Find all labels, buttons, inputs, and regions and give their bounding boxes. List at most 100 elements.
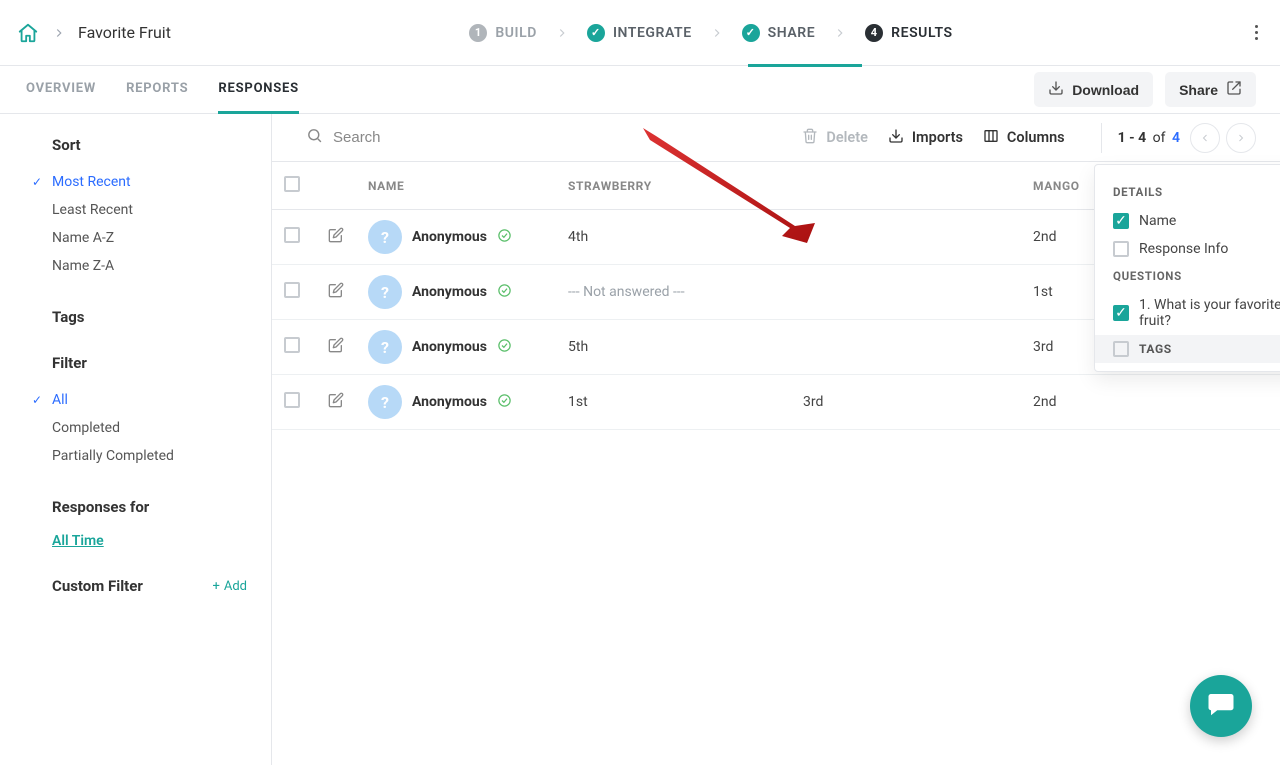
avatar: ?: [368, 220, 402, 254]
cell-strawberry: 1st: [556, 375, 791, 430]
check-icon: ✓: [742, 24, 760, 42]
sort-least-recent[interactable]: Least Recent: [52, 196, 247, 224]
tab-reports[interactable]: REPORTS: [126, 66, 188, 114]
search-input-wrap[interactable]: [306, 127, 533, 148]
sidebar: Sort Most Recent Least Recent Name A-Z N…: [0, 114, 272, 765]
popover-item-tags[interactable]: TAGS: [1095, 335, 1280, 363]
step-label: SHARE: [768, 25, 816, 41]
avatar: ?: [368, 275, 402, 309]
download-label: Download: [1072, 82, 1139, 98]
tab-responses[interactable]: RESPONSES: [218, 66, 299, 114]
sort-name-az[interactable]: Name A-Z: [52, 224, 247, 252]
chevron-right-icon: [833, 26, 847, 40]
search-icon: [306, 127, 323, 148]
share-label: Share: [1179, 82, 1218, 98]
columns-label: Columns: [1007, 129, 1065, 146]
home-icon[interactable]: [16, 21, 40, 45]
respondent-name: Anonymous: [412, 339, 487, 355]
pager-next-button[interactable]: [1226, 123, 1256, 153]
chevron-right-icon: [710, 26, 724, 40]
popover-item-label: Name: [1139, 213, 1176, 229]
sort-name-za[interactable]: Name Z-A: [52, 252, 247, 280]
step-integrate[interactable]: ✓ INTEGRATE: [587, 24, 692, 42]
pager-prev-button[interactable]: [1190, 123, 1220, 153]
tab-overview[interactable]: OVERVIEW: [26, 66, 96, 114]
imports-label: Imports: [912, 129, 963, 146]
completed-icon: [497, 283, 512, 302]
select-all-checkbox[interactable]: [284, 176, 300, 192]
custom-filter-heading: Custom Filter: [52, 577, 143, 595]
respondent-name: Anonymous: [412, 394, 487, 410]
checkbox-checked-icon: ✓: [1113, 213, 1129, 229]
popover-item-response-info[interactable]: Response Info: [1095, 235, 1280, 263]
popover-questions-label: QUESTIONS: [1095, 263, 1280, 291]
main: Sort Most Recent Least Recent Name A-Z N…: [0, 114, 1280, 765]
add-custom-filter-button[interactable]: + Add: [212, 579, 247, 594]
search-input[interactable]: [333, 129, 533, 146]
popover-item-label: TAGS: [1139, 342, 1172, 356]
columns-popover: DETAILS ✓ Name Response Info QUESTIONS ✓…: [1094, 164, 1280, 372]
col-header-name[interactable]: NAME: [356, 162, 556, 210]
chat-icon: [1206, 689, 1236, 723]
download-icon: [888, 128, 904, 148]
row-checkbox[interactable]: [284, 337, 300, 353]
table-row[interactable]: ? Anonymous 1st 3rd 2nd: [272, 375, 1280, 430]
completed-icon: [497, 393, 512, 412]
delete-label: Delete: [826, 129, 868, 146]
delete-button[interactable]: Delete: [802, 128, 868, 148]
trash-icon: [802, 128, 818, 148]
step-label: RESULTS: [891, 25, 952, 41]
step-build[interactable]: 1 BUILD: [469, 24, 537, 42]
avatar: ?: [368, 385, 402, 419]
plus-icon: +: [212, 579, 219, 594]
sort-heading: Sort: [52, 136, 247, 154]
edit-icon[interactable]: [328, 286, 344, 302]
edit-icon[interactable]: [328, 341, 344, 357]
columns-button[interactable]: Columns: [983, 128, 1065, 148]
step-label: INTEGRATE: [613, 25, 692, 41]
filter-heading: Filter: [52, 354, 247, 372]
completed-icon: [497, 338, 512, 357]
step-results[interactable]: 4 RESULTS: [865, 24, 952, 42]
completed-icon: [497, 228, 512, 247]
popover-item-label: Response Info: [1139, 241, 1228, 257]
popover-item-name[interactable]: ✓ Name: [1095, 207, 1280, 235]
chat-fab[interactable]: [1190, 675, 1252, 737]
share-button[interactable]: Share: [1165, 72, 1256, 107]
checkbox-checked-icon: ✓: [1113, 305, 1129, 321]
respondent-name: Anonymous: [412, 284, 487, 300]
avatar: ?: [368, 330, 402, 364]
sort-most-recent[interactable]: Most Recent: [52, 168, 247, 196]
subtabs: OVERVIEW REPORTS RESPONSES: [26, 66, 299, 114]
cell-strawberry: --- Not answered ---: [556, 265, 791, 320]
step-share[interactable]: ✓ SHARE: [742, 24, 816, 42]
row-checkbox[interactable]: [284, 227, 300, 243]
edit-icon[interactable]: [328, 231, 344, 247]
check-icon: ✓: [587, 24, 605, 42]
page-title: Favorite Fruit: [78, 23, 171, 42]
col-header-strawberry[interactable]: STRAWBERRY: [556, 162, 791, 210]
filter-all[interactable]: All: [52, 386, 247, 414]
cell-hidden: 3rd: [791, 375, 1029, 430]
filter-partial[interactable]: Partially Completed: [52, 442, 247, 470]
row-checkbox[interactable]: [284, 282, 300, 298]
imports-button[interactable]: Imports: [888, 128, 963, 148]
step-number: 1: [469, 24, 487, 42]
cell-mango: 2nd: [1029, 375, 1280, 430]
more-menu-icon[interactable]: [1251, 21, 1262, 44]
subtabs-row: OVERVIEW REPORTS RESPONSES Download Shar…: [0, 66, 1280, 114]
build-steps: 1 BUILD ✓ INTEGRATE ✓ SHARE 4 RESULTS: [171, 24, 1251, 42]
row-checkbox[interactable]: [284, 392, 300, 408]
responses-for-link[interactable]: All Time: [52, 533, 104, 549]
table-toolbar: Delete Imports Columns 1 - 4 of 4: [272, 114, 1280, 162]
popover-item-label: 1. What is your favorite fruit?: [1139, 297, 1280, 329]
pager: 1 - 4 of 4: [1101, 123, 1256, 153]
chevron-right-icon: [52, 26, 66, 40]
download-button[interactable]: Download: [1034, 72, 1153, 107]
popover-item-q1[interactable]: ✓ 1. What is your favorite fruit?: [1095, 291, 1280, 335]
edit-icon[interactable]: [328, 396, 344, 412]
filter-completed[interactable]: Completed: [52, 414, 247, 442]
step-number: 4: [865, 24, 883, 42]
step-label: BUILD: [495, 25, 537, 41]
checkbox-unchecked-icon: [1113, 241, 1129, 257]
